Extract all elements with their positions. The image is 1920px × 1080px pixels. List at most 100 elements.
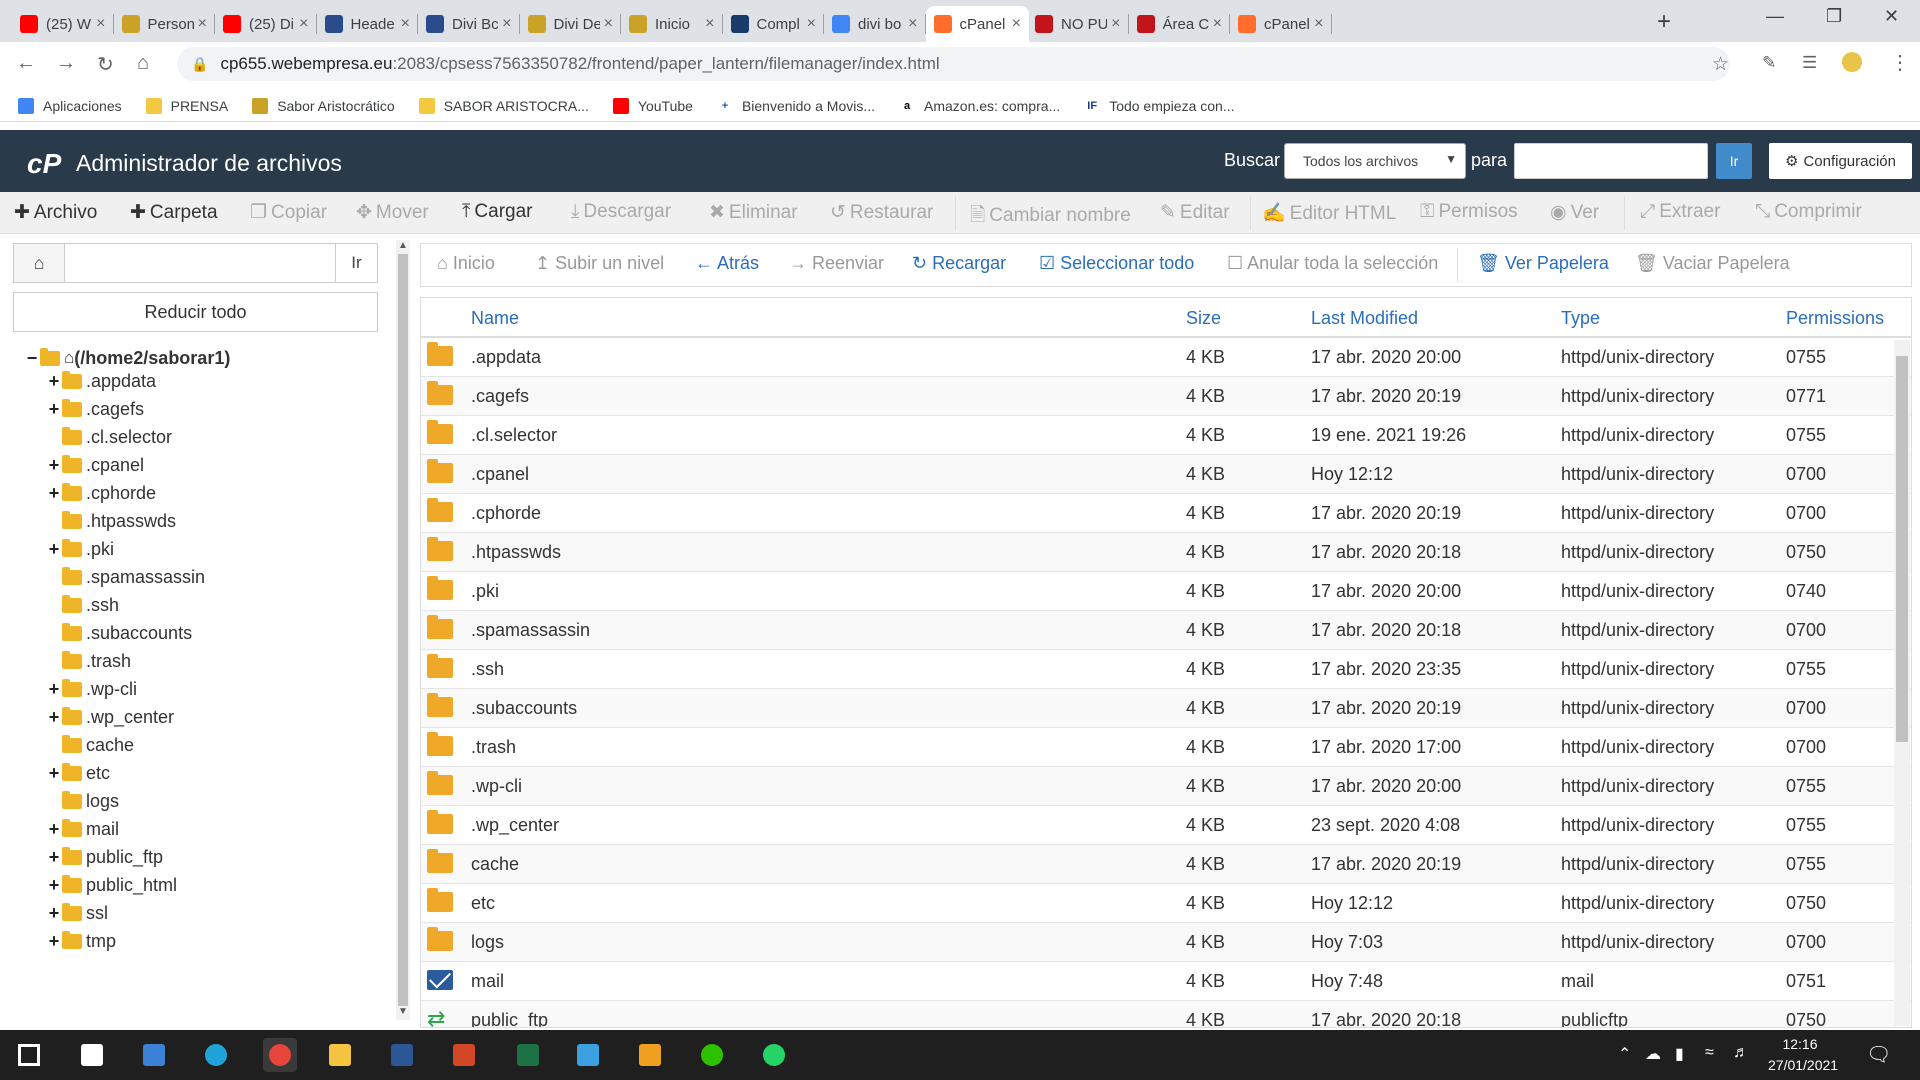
expand-icon[interactable]: +	[46, 763, 62, 784]
windows-start-icon[interactable]	[12, 1038, 46, 1072]
edit-button[interactable]: ✎ Editar	[1160, 201, 1230, 224]
collapse-all-button[interactable]: Reducir todo	[13, 292, 378, 332]
browser-tab[interactable]: (25) Di ×	[215, 6, 317, 42]
bookmark-item[interactable]: Aplicaciones	[18, 97, 122, 114]
close-icon[interactable]: ×	[705, 15, 714, 33]
expand-icon[interactable]: +	[46, 483, 62, 504]
up-level-button[interactable]: ↥ Subir un nivel	[535, 253, 664, 274]
column-name[interactable]: Name	[471, 308, 519, 329]
tree-scrollbar[interactable]: ▲ ▼	[396, 240, 410, 1020]
browser-tab[interactable]: Divi Bc ×	[418, 6, 520, 42]
bookmark-item[interactable]: Sabor Aristocrático	[252, 97, 395, 114]
tree-item[interactable]: + .cagefs	[46, 396, 144, 422]
column-permissions[interactable]: Permissions	[1786, 308, 1884, 329]
tree-item[interactable]: + ssl	[46, 900, 108, 926]
close-window-button[interactable]: ✕	[1884, 6, 1899, 27]
tree-item[interactable]: .cl.selector	[46, 424, 172, 450]
battery-icon[interactable]: ▮	[1675, 1044, 1684, 1064]
browser-tab[interactable]: cPanel ×	[1230, 6, 1332, 42]
new-tab-button[interactable]: +	[1657, 8, 1671, 36]
table-row[interactable]: .wp-cli 4 KB 17 abr. 2020 20:00 httpd/unix-…	[421, 767, 1911, 806]
select-all-button[interactable]: ☑ Seleccionar todo	[1039, 253, 1194, 274]
expand-icon[interactable]: +	[46, 875, 62, 896]
bookmark-item[interactable]: + Bienvenido a Movis...	[717, 98, 875, 114]
profile-avatar[interactable]	[1842, 52, 1862, 72]
bookmark-item[interactable]: YouTube	[612, 97, 693, 114]
expand-icon[interactable]: +	[46, 539, 62, 560]
column-size[interactable]: Size	[1186, 308, 1221, 329]
chrome-icon[interactable]	[263, 1038, 297, 1072]
tree-item[interactable]: .subaccounts	[46, 620, 192, 646]
table-row[interactable]: .wp_center 4 KB 23 sept. 2020 4:08 httpd/un…	[421, 806, 1911, 845]
onedrive-icon[interactable]: ☁	[1645, 1044, 1661, 1064]
extract-button[interactable]: ⤢ Extraer	[1640, 201, 1720, 223]
settings-button[interactable]: ⚙ Configuración	[1769, 143, 1912, 179]
close-icon[interactable]: ×	[502, 15, 511, 33]
close-icon[interactable]: ×	[908, 15, 917, 33]
tree-item[interactable]: + .appdata	[46, 368, 156, 394]
cpanel-logo[interactable]: cP	[27, 148, 61, 180]
chevron-up-icon[interactable]: ⌃	[1618, 1044, 1631, 1064]
bookmark-item[interactable]: SABOR ARISTOCRA...	[418, 97, 589, 114]
column-last-modified[interactable]: Last Modified	[1311, 308, 1418, 329]
bookmark-item[interactable]: PRENSA	[145, 97, 228, 114]
powerpoint-icon[interactable]	[447, 1038, 481, 1072]
search-scope-select[interactable]: Todos los archivos ▼	[1284, 143, 1466, 179]
close-icon[interactable]: ×	[807, 15, 816, 33]
expand-icon[interactable]: +	[46, 455, 62, 476]
taskbar-clock[interactable]: 12:16 27/01/2021	[1768, 1034, 1838, 1076]
path-go-button[interactable]: Ir	[335, 243, 378, 283]
rename-button[interactable]: 🗎 Cambiar nombre	[970, 201, 1131, 233]
table-row[interactable]: .cl.selector 4 KB 19 ene. 2021 19:26 httpd/…	[421, 416, 1911, 455]
wechat-icon[interactable]	[695, 1038, 729, 1072]
reload-button[interactable]: ↻ Recargar	[912, 253, 1006, 274]
forward-icon[interactable]: →	[56, 52, 76, 75]
new-folder-button[interactable]: ✚ Carpeta	[130, 201, 218, 224]
tree-item[interactable]: .spamassassin	[46, 564, 205, 590]
store-icon[interactable]	[75, 1038, 109, 1072]
path-input[interactable]	[64, 243, 336, 283]
explorer-icon[interactable]	[323, 1038, 357, 1072]
expand-icon[interactable]: +	[46, 847, 62, 868]
close-icon[interactable]: ×	[1012, 15, 1021, 33]
close-icon[interactable]: ×	[401, 15, 410, 33]
close-icon[interactable]: ×	[1314, 15, 1323, 33]
table-row[interactable]: mail 4 KB Hoy 7:48 mail 0751	[421, 962, 1911, 1001]
table-row[interactable]: cache 4 KB 17 abr. 2020 20:19 httpd/unix-di…	[421, 845, 1911, 884]
tree-item[interactable]: + public_ftp	[46, 844, 163, 870]
tree-item[interactable]: .htpasswds	[46, 508, 176, 534]
close-icon[interactable]: ×	[299, 15, 308, 33]
browser-tab[interactable]: NO PU ×	[1027, 6, 1129, 42]
tree-item[interactable]: logs	[46, 788, 119, 814]
close-icon[interactable]: ×	[604, 15, 613, 33]
address-bar[interactable]: 🔒 cp655.webempresa.eu:2083/cpsess7563350…	[177, 47, 1730, 81]
edge-icon[interactable]	[199, 1038, 233, 1072]
close-icon[interactable]: ×	[96, 15, 105, 33]
table-row[interactable]: .cphorde 4 KB 17 abr. 2020 20:19 httpd/unix…	[421, 494, 1911, 533]
sunflower-icon[interactable]	[633, 1038, 667, 1072]
upload-button[interactable]: ⤒ Cargar	[462, 201, 532, 223]
browser-tab[interactable]: Área C ×	[1129, 6, 1230, 42]
browser-tab[interactable]: divi bo ×	[824, 6, 926, 42]
close-icon[interactable]: ×	[1213, 15, 1222, 33]
word-icon[interactable]	[385, 1038, 419, 1072]
extensions-icon[interactable]: ✎	[1762, 53, 1776, 73]
browser-tab[interactable]: (25) W ×	[12, 6, 114, 42]
browser-tab[interactable]: cPanel ×	[925, 6, 1029, 42]
reload-icon[interactable]: ↻	[97, 52, 114, 77]
table-row[interactable]: .ssh 4 KB 17 abr. 2020 23:35 httpd/unix-dir…	[421, 650, 1911, 689]
table-row[interactable]: ⇄ public_ftp 4 KB 17 abr. 2020 20:18 publicf…	[421, 1001, 1911, 1027]
table-row[interactable]: .trash 4 KB 17 abr. 2020 17:00 httpd/unix-d…	[421, 728, 1911, 767]
table-row[interactable]: .appdata 4 KB 17 abr. 2020 20:00 httpd/unix…	[421, 338, 1911, 377]
back-icon[interactable]: ←	[16, 52, 36, 75]
tree-item[interactable]: .trash	[46, 648, 131, 674]
empty-trash-button[interactable]: 🗑 Vaciar Papelera	[1635, 253, 1790, 274]
table-row[interactable]: .cagefs 4 KB 17 abr. 2020 20:19 httpd/unix-…	[421, 377, 1911, 416]
back-button[interactable]: ← Atrás	[695, 253, 759, 274]
tree-item[interactable]: + tmp	[46, 928, 116, 954]
view-trash-button[interactable]: 🗑 Ver Papelera	[1477, 253, 1609, 274]
html-editor-button[interactable]: ✍ Editor HTML	[1262, 201, 1396, 225]
volume-icon[interactable]: ♬	[1733, 1044, 1749, 1062]
media-control-icon[interactable]: ☰	[1802, 53, 1817, 73]
expand-icon[interactable]: +	[46, 371, 62, 392]
